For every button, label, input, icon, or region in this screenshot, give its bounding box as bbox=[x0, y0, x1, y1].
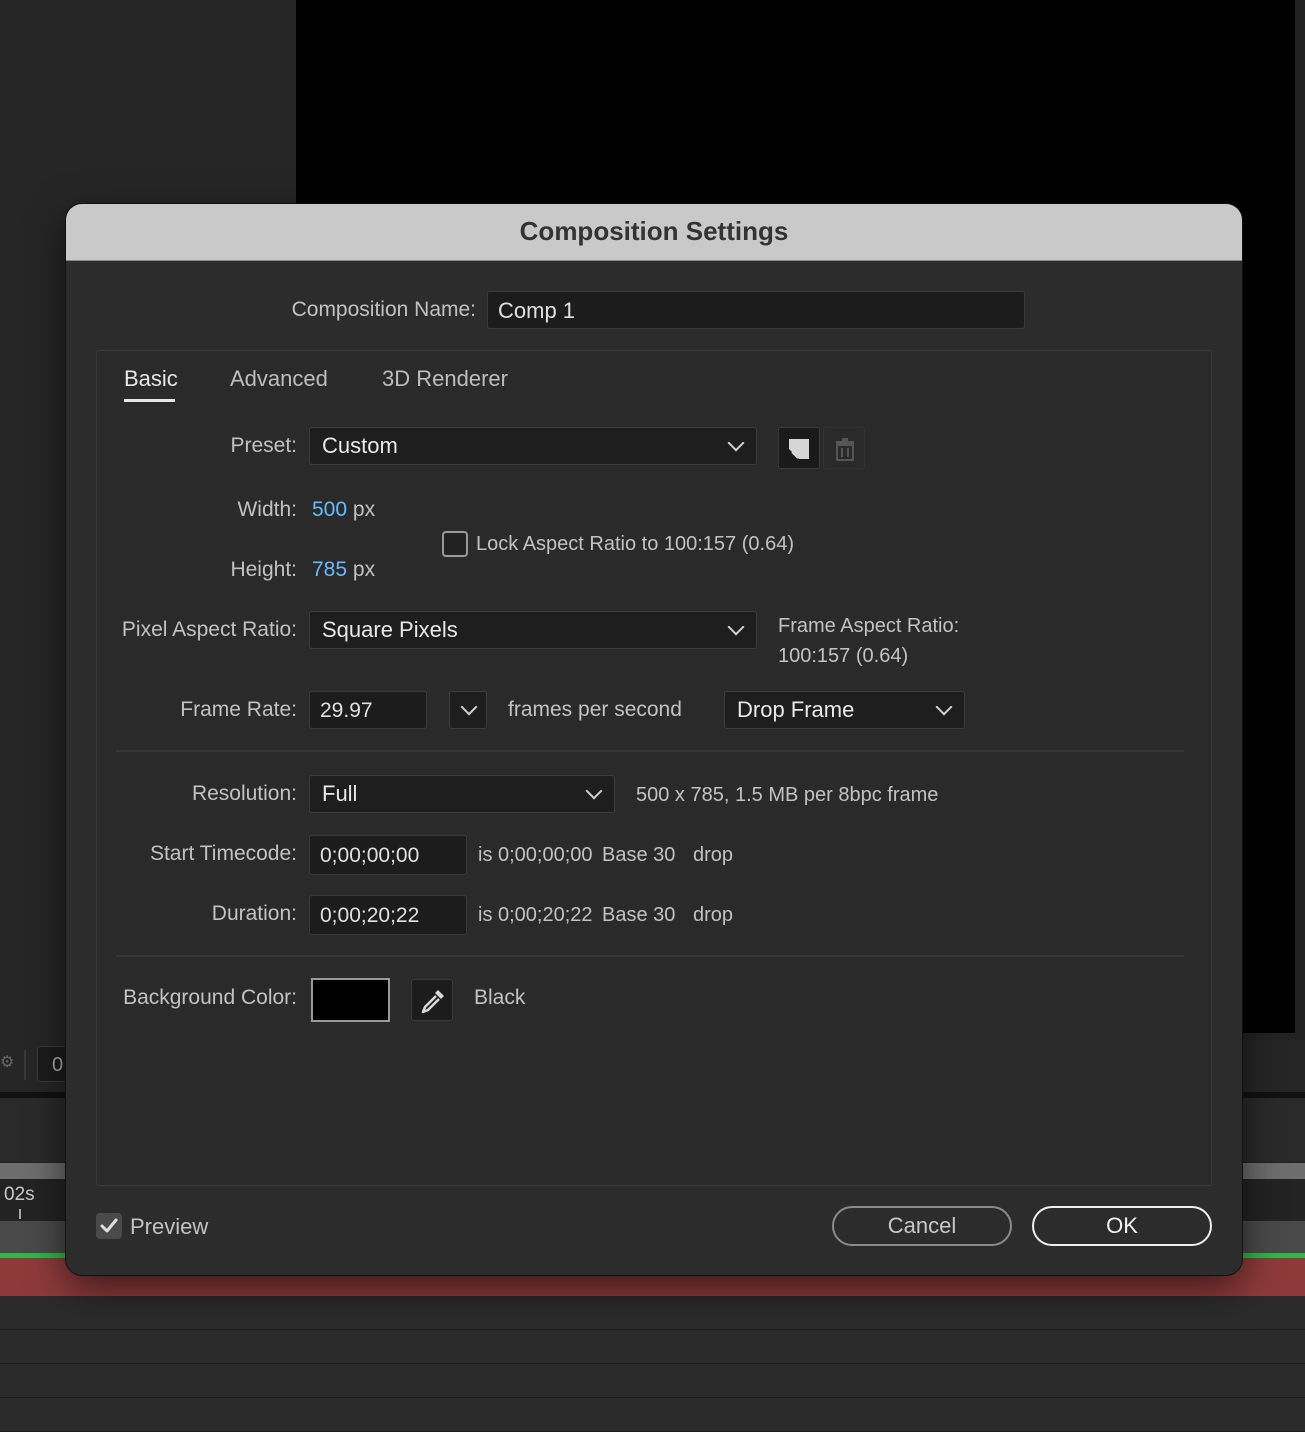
toolbar-gear-icon[interactable]: ⚙ bbox=[0, 1052, 14, 1074]
start-timecode-is: is 0;00;00;00 bbox=[478, 844, 593, 866]
width-value[interactable]: 500 bbox=[312, 498, 347, 521]
duration-drop: drop bbox=[693, 904, 734, 926]
frame-rate-dropdown[interactable] bbox=[449, 691, 487, 729]
start-timecode-base: Base 30 bbox=[602, 844, 676, 866]
pixel-aspect-label: Pixel Aspect Ratio: bbox=[121, 618, 297, 641]
dialog-title: Composition Settings bbox=[66, 204, 1242, 261]
duration-input[interactable]: 0;00;20;22 bbox=[309, 895, 467, 935]
chevron-down-icon bbox=[935, 698, 953, 716]
active-tab-indicator bbox=[124, 399, 175, 402]
new-preset-button[interactable] bbox=[778, 427, 820, 469]
checkmark-icon bbox=[100, 1218, 118, 1233]
eyedropper-icon bbox=[421, 990, 444, 1014]
toolbar-separator bbox=[24, 1050, 26, 1080]
time-ruler-tick bbox=[19, 1209, 21, 1219]
height-field[interactable]: 785 px bbox=[312, 558, 375, 582]
settings-panel bbox=[96, 350, 1212, 1186]
frames-per-second-label: frames per second bbox=[508, 698, 682, 721]
background-color-name: Black bbox=[474, 986, 526, 1009]
height-label: Height: bbox=[230, 558, 297, 581]
timeline-row bbox=[0, 1330, 1305, 1364]
lock-aspect-label: Lock Aspect Ratio to 100:157 (0.64) bbox=[476, 533, 794, 555]
resolution-info: 500 x 785, 1.5 MB per 8bpc frame bbox=[636, 784, 939, 806]
comp-name-label: Composition Name: bbox=[291, 298, 476, 321]
frame-rate-input[interactable]: 29.97 bbox=[309, 691, 427, 729]
start-timecode-drop: drop bbox=[693, 844, 734, 866]
chevron-down-icon bbox=[727, 434, 745, 452]
preset-label: Preset: bbox=[230, 434, 297, 457]
start-timecode-label: Start Timecode: bbox=[149, 842, 297, 865]
background-color-swatch[interactable] bbox=[311, 978, 390, 1022]
height-value[interactable]: 785 bbox=[312, 558, 347, 581]
delete-preset-button[interactable] bbox=[823, 427, 865, 469]
width-label: Width: bbox=[237, 498, 297, 521]
time-ruler-label: 02s bbox=[4, 1184, 35, 1205]
chevron-down-icon bbox=[460, 698, 478, 716]
cancel-button[interactable]: Cancel bbox=[832, 1206, 1012, 1246]
tab-advanced[interactable]: Advanced bbox=[230, 366, 328, 392]
resolution-select[interactable]: Full bbox=[309, 775, 615, 813]
new-preset-icon bbox=[789, 439, 809, 459]
preset-select[interactable]: Custom bbox=[309, 427, 757, 465]
duration-label: Duration: bbox=[211, 902, 297, 925]
lock-aspect-checkbox[interactable] bbox=[442, 531, 468, 557]
ok-button[interactable]: OK bbox=[1032, 1206, 1212, 1246]
start-timecode-input[interactable]: 0;00;00;00 bbox=[309, 835, 467, 875]
frame-rate-label: Frame Rate: bbox=[180, 698, 297, 721]
drop-frame-value: Drop Frame bbox=[737, 697, 855, 722]
resolution-value: Full bbox=[322, 781, 358, 806]
background-color-label: Background Color: bbox=[123, 986, 297, 1009]
timeline-row bbox=[0, 1398, 1305, 1432]
drop-frame-select[interactable]: Drop Frame bbox=[724, 691, 965, 729]
comp-name-input[interactable]: Comp 1 bbox=[487, 291, 1025, 329]
timeline-row bbox=[0, 1364, 1305, 1398]
viewer-edge bbox=[1295, 0, 1305, 1040]
tab-3d-renderer[interactable]: 3D Renderer bbox=[382, 366, 508, 392]
chevron-down-icon bbox=[727, 618, 745, 636]
width-unit: px bbox=[352, 498, 376, 521]
chevron-down-icon bbox=[585, 782, 603, 800]
preview-checkbox[interactable] bbox=[96, 1213, 122, 1239]
resolution-label: Resolution: bbox=[191, 782, 297, 805]
eyedropper-button[interactable] bbox=[411, 979, 453, 1021]
width-field[interactable]: 500 px bbox=[312, 498, 375, 522]
section-divider bbox=[116, 750, 1184, 752]
section-divider bbox=[116, 955, 1184, 957]
preset-value: Custom bbox=[322, 433, 398, 458]
tab-basic[interactable]: Basic bbox=[124, 366, 178, 392]
trash-icon bbox=[836, 438, 854, 461]
frame-aspect-value: 100:157 (0.64) bbox=[778, 645, 909, 667]
height-unit: px bbox=[352, 558, 376, 581]
preview-label: Preview bbox=[130, 1214, 209, 1239]
pixel-aspect-select[interactable]: Square Pixels bbox=[309, 611, 757, 649]
pixel-aspect-value: Square Pixels bbox=[322, 617, 458, 642]
timeline-row bbox=[0, 1296, 1305, 1330]
composition-settings-dialog: Composition Settings Composition Name: C… bbox=[66, 204, 1242, 1275]
duration-base: Base 30 bbox=[602, 904, 676, 926]
frame-aspect-label: Frame Aspect Ratio: bbox=[778, 615, 960, 637]
duration-is: is 0;00;20;22 bbox=[478, 904, 593, 926]
